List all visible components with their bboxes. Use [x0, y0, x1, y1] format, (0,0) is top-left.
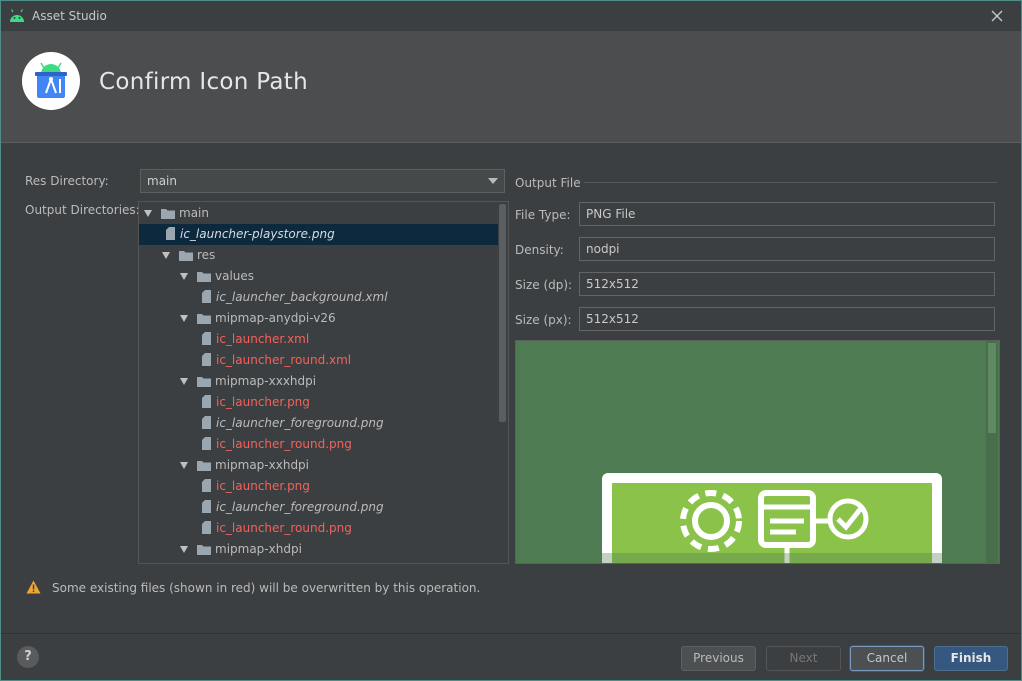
tree-file-row[interactable]: ic_launcher_round.xml [139, 350, 499, 371]
file-icon [202, 521, 211, 534]
tree-file-label: ic_launcher_foreground.png [216, 416, 384, 430]
expand-arrow-icon[interactable] [180, 273, 188, 280]
chevron-down-icon [488, 178, 498, 184]
launcher-icon-preview-image [516, 473, 942, 563]
expand-arrow-icon[interactable] [180, 315, 188, 322]
file-type-value: PNG File [586, 207, 636, 221]
android-studio-icon [35, 62, 67, 98]
size-px-value: 512x512 [586, 312, 639, 326]
folder-icon [197, 461, 211, 471]
tree-file-label: ic_launcher.xml [216, 332, 310, 346]
file-icon [166, 227, 175, 240]
wizard-header: Confirm Icon Path [1, 31, 1021, 143]
tree-file-label: ic_launcher_round.png [216, 521, 352, 535]
window-title: Asset Studio [32, 9, 107, 23]
tree-folder-row[interactable]: mipmap-xhdpi [139, 539, 499, 560]
tree-file-row[interactable]: ic_launcher_background.xml [139, 287, 499, 308]
title-bar: Asset Studio [1, 1, 1021, 31]
asset-studio-window: Asset Studio Confirm Icon Path Res Direc… [0, 0, 1022, 681]
close-icon[interactable] [985, 5, 1009, 27]
folder-icon [197, 272, 211, 282]
folder-icon [197, 545, 211, 555]
size-dp-field: 512x512 [579, 272, 995, 296]
file-type-field: PNG File [579, 202, 995, 226]
android-studio-logo [22, 52, 80, 110]
previous-button[interactable]: Previous [681, 646, 756, 671]
help-button[interactable]: ? [17, 646, 39, 668]
density-field: nodpi [579, 237, 995, 261]
cancel-button[interactable]: Cancel [850, 646, 924, 671]
next-button[interactable]: Next [766, 646, 841, 671]
tree-file-row[interactable]: ic_launcher_round.png [139, 434, 499, 455]
tree-file-label: ic_launcher_round.png [216, 437, 352, 451]
output-directories-label: Output Directories: [25, 203, 140, 217]
expand-arrow-icon[interactable] [180, 378, 188, 385]
tree-folder-row[interactable]: mipmap-anydpi-v26 [139, 308, 499, 329]
android-icon [10, 9, 24, 22]
page-title: Confirm Icon Path [99, 69, 308, 95]
size-dp-label: Size (dp): [515, 278, 573, 292]
overwrite-warning-text: Some existing files (shown in red) will … [52, 581, 481, 595]
section-divider [584, 182, 997, 183]
tree-folder-label: res [197, 248, 216, 262]
output-directories-tree[interactable]: mipmap-xhdpi ic_launcher_round.png ic_laun… [138, 201, 509, 564]
warning-icon [26, 580, 41, 594]
tree-file-label: ic_launcher.png [216, 395, 310, 409]
tree-folder-label: mipmap-xhdpi [215, 542, 302, 556]
file-icon [202, 479, 211, 492]
folder-icon [197, 314, 211, 324]
tree-file-row[interactable]: ic_launcher-playstore.png [139, 224, 499, 245]
size-px-label: Size (px): [515, 313, 572, 327]
folder-icon [197, 377, 211, 387]
res-directory-combo[interactable]: main [140, 169, 505, 193]
density-label: Density: [515, 243, 564, 257]
file-icon [202, 416, 211, 429]
tree-file-label: ic_launcher_background.xml [216, 290, 388, 304]
tree-folder-row[interactable]: mipmap-xxxhdpi [139, 371, 499, 392]
tree-file-label: ic_launcher.png [216, 479, 310, 493]
tree-folder-row[interactable]: values [139, 266, 499, 287]
tree-folder-label: mipmap-xxxhdpi [215, 374, 317, 388]
tree-file-row[interactable]: ic_launcher.png [139, 392, 499, 413]
icon-preview [515, 340, 1000, 564]
tree-folder-label: values [215, 269, 255, 283]
tree-file-row[interactable]: ic_launcher_foreground.png [139, 497, 499, 518]
file-type-label: File Type: [515, 208, 571, 222]
file-icon [202, 290, 211, 303]
tree-folder-label: mipmap-anydpi-v26 [215, 311, 336, 325]
tree-file-label: ic_launcher_foreground.png [216, 500, 384, 514]
tree-scrollbar-thumb[interactable] [499, 204, 506, 422]
tree-folder-row[interactable]: main [139, 203, 499, 224]
output-file-section-title: Output File [515, 176, 581, 190]
finish-button[interactable]: Finish [934, 646, 1008, 671]
folder-icon [161, 209, 175, 219]
density-value: nodpi [586, 242, 620, 256]
res-directory-label: Res Directory: [25, 174, 109, 188]
file-icon [202, 332, 211, 345]
res-directory-value: main [147, 174, 177, 188]
file-icon [202, 500, 211, 513]
expand-arrow-icon[interactable] [162, 252, 170, 259]
expand-arrow-icon[interactable] [144, 210, 152, 217]
tree-file-row[interactable]: ic_launcher.xml [139, 329, 499, 350]
expand-arrow-icon[interactable] [180, 462, 188, 469]
tree-folder-label: mipmap-xxhdpi [215, 458, 310, 472]
preview-scrollbar-thumb[interactable] [988, 343, 996, 433]
tree-file-label: ic_launcher-playstore.png [180, 227, 335, 241]
file-icon [202, 437, 211, 450]
tree-file-row[interactable]: ic_launcher_foreground.png [139, 413, 499, 434]
file-icon [202, 395, 211, 408]
size-px-field: 512x512 [579, 307, 995, 331]
size-dp-value: 512x512 [586, 277, 639, 291]
tree-file-label: ic_launcher_round.xml [216, 353, 352, 367]
tree-folder-row[interactable]: res [139, 245, 499, 266]
tree-folder-row[interactable]: mipmap-xxhdpi [139, 455, 499, 476]
tree-file-row[interactable]: ic_launcher.png [139, 476, 499, 497]
tree-folder-label: main [179, 206, 209, 220]
expand-arrow-icon[interactable] [180, 546, 188, 553]
file-icon [202, 353, 211, 366]
tree-file-row[interactable]: ic_launcher_round.png [139, 518, 499, 539]
folder-icon [179, 251, 193, 261]
